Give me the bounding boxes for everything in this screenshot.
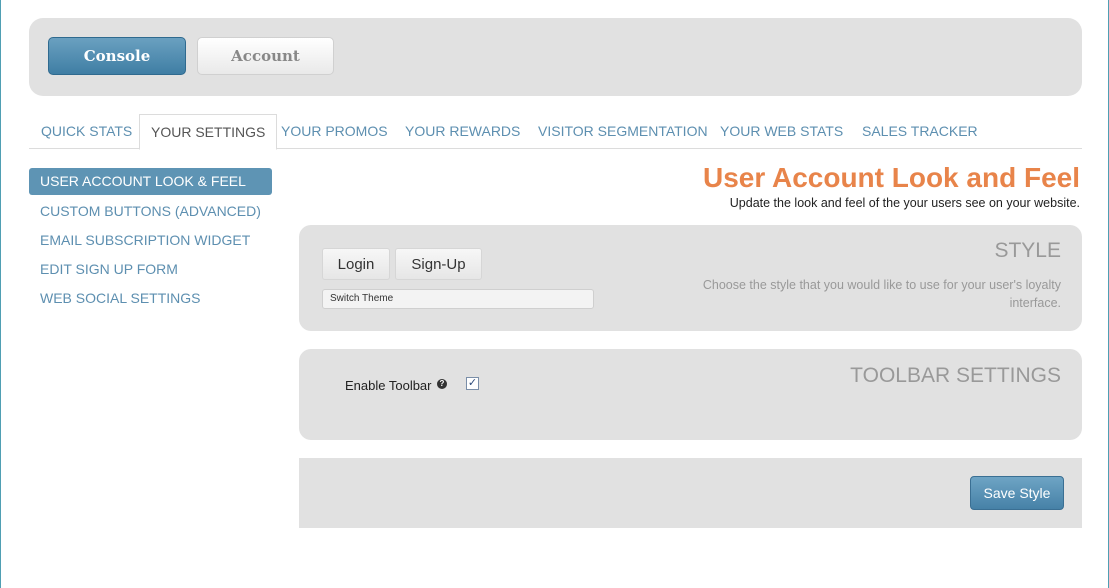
account-button[interactable]: Account	[197, 37, 334, 75]
style-panel: Login Sign-Up Switch Theme STYLE Choose …	[299, 225, 1082, 331]
tab-your-web-stats[interactable]: YOUR WEB STATS	[720, 114, 843, 149]
tab-quick-stats[interactable]: QUICK STATS	[41, 114, 132, 149]
sidebar-item-sign-up-form[interactable]: EDIT SIGN UP FORM	[29, 256, 272, 283]
sidebar-item-email-widget[interactable]: EMAIL SUBSCRIPTION WIDGET	[29, 227, 272, 254]
tab-visitor-segmentation[interactable]: VISITOR SEGMENTATION	[538, 114, 708, 149]
style-description: Choose the style that you would like to …	[702, 278, 1061, 310]
enable-toolbar-checkbox[interactable]: ✓	[466, 377, 479, 390]
toolbar-settings-panel: Enable Toolbar ? ✓ TOOLBAR SETTINGS	[299, 349, 1082, 440]
switch-theme-select[interactable]: Switch Theme	[322, 289, 594, 309]
toolbar-settings-heading: TOOLBAR SETTINGS	[850, 364, 1061, 387]
help-icon[interactable]: ?	[437, 379, 447, 389]
console-button[interactable]: Console	[48, 37, 186, 75]
sidebar-item-web-social[interactable]: WEB SOCIAL SETTINGS	[29, 285, 272, 312]
page-title: User Account Look and Feel	[702, 162, 1080, 193]
tab-your-promos[interactable]: YOUR PROMOS	[281, 114, 388, 149]
sidebar-item-look-and-feel[interactable]: USER ACCOUNT LOOK & FEEL	[29, 168, 272, 195]
style-heading: STYLE	[994, 239, 1061, 262]
signup-preview-button[interactable]: Sign-Up	[395, 248, 482, 280]
enable-toolbar-label: Enable Toolbar	[345, 378, 432, 393]
tab-sales-tracker[interactable]: SALES TRACKER	[862, 114, 978, 149]
top-nav-bar: Console Account	[29, 18, 1082, 96]
save-style-button[interactable]: Save Style	[970, 476, 1064, 510]
login-preview-button[interactable]: Login	[322, 248, 390, 280]
tab-your-rewards[interactable]: YOUR REWARDS	[405, 114, 520, 149]
sidebar-item-custom-buttons[interactable]: CUSTOM BUTTONS (ADVANCED)	[29, 198, 272, 225]
settings-tabs: QUICK STATS YOUR SETTINGS YOUR PROMOS YO…	[29, 114, 1082, 150]
tab-your-settings[interactable]: YOUR SETTINGS	[139, 114, 278, 150]
page-subtitle: Update the look and feel of the your use…	[729, 196, 1080, 210]
save-panel: Save Style	[299, 458, 1082, 528]
